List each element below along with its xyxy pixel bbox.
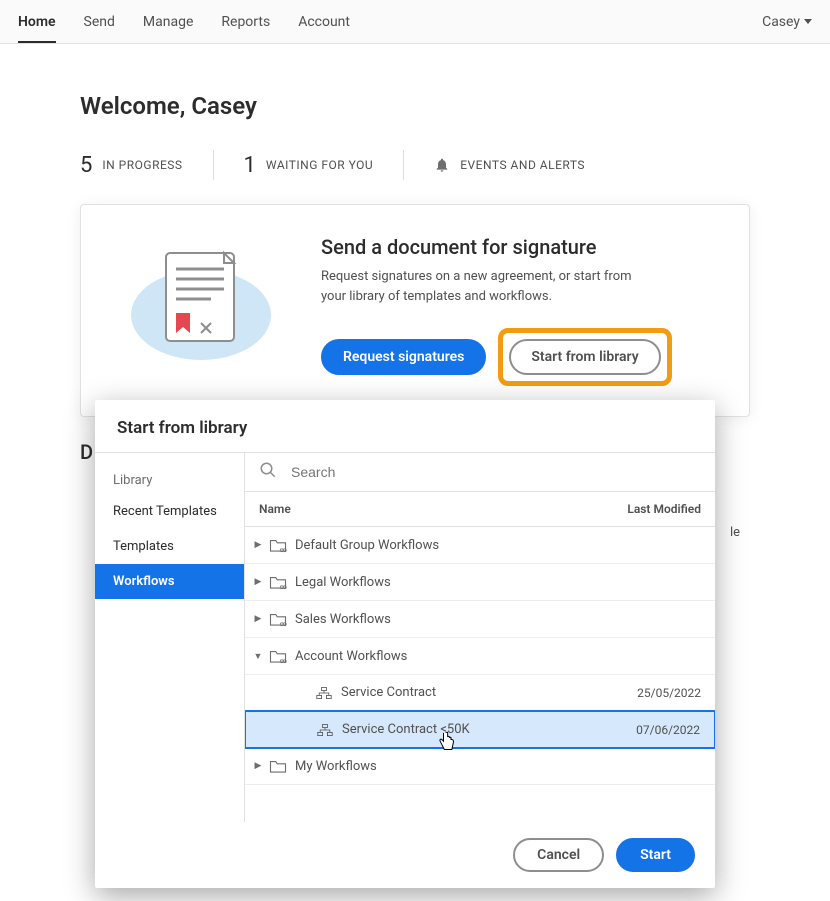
tab-account[interactable]: Account [298,1,350,43]
workflow-label: Service Contract <50K [342,722,600,737]
folder-label: Legal Workflows [295,575,701,590]
sidebar-heading: Library [95,463,244,494]
folder-my-workflows[interactable]: ▶ My Workflows [245,748,715,785]
divider [403,150,404,180]
folder-sales-workflows[interactable]: ▶ Sales Workflows [245,601,715,638]
folder-account-workflows[interactable]: ▼ Account Workflows [245,638,715,675]
sidebar-item-recent-templates[interactable]: Recent Templates [95,494,244,529]
waiting-label: WAITING FOR YOU [266,158,373,172]
folder-label: Account Workflows [295,649,701,664]
stats-row: 5 IN PROGRESS 1 WAITING FOR YOU EVENTS A… [80,150,750,180]
nav-tabs: Home Send Manage Reports Account [18,1,350,43]
tab-manage[interactable]: Manage [143,1,193,43]
search-icon [259,461,277,483]
in-progress-count: 5 [80,153,92,178]
sidebar-item-workflows[interactable]: Workflows [95,564,244,599]
stat-in-progress[interactable]: 5 IN PROGRESS [80,153,183,178]
workflow-label: Service Contract [341,685,601,700]
folder-default-group-workflows[interactable]: ▶ Default Group Workflows [245,527,715,564]
chevron-down-icon [804,19,812,24]
folder-icon [267,758,289,774]
tab-home[interactable]: Home [18,1,56,43]
obscured-text: le [730,525,740,540]
modal-sidebar: Library Recent Templates Templates Workf… [95,453,245,822]
column-name[interactable]: Name [259,502,591,516]
group-folder-icon [267,537,289,553]
workflow-date: 07/06/2022 [600,723,700,737]
folder-label: Default Group Workflows [295,538,701,553]
tab-reports[interactable]: Reports [221,1,270,43]
card-subtitle: Request signatures on a new agreement, o… [321,267,651,306]
column-last-modified[interactable]: Last Modified [591,502,701,516]
cancel-button[interactable]: Cancel [513,838,604,872]
workflow-list: ▶ Default Group Workflows ▶ Legal Workfl… [245,527,715,822]
group-folder-icon [267,648,289,664]
workflow-date: 25/05/2022 [601,686,701,700]
chevron-down-icon: ▼ [251,651,265,662]
bell-icon [434,156,450,174]
modal-title: Start from library [95,400,715,452]
group-folder-icon [267,574,289,590]
waiting-count: 1 [244,153,256,178]
workflow-icon [313,686,335,700]
workflow-icon [314,723,336,737]
events-label: EVENTS AND ALERTS [460,158,585,172]
start-from-library-button[interactable]: Start from library [509,339,660,375]
search-row [245,453,715,492]
in-progress-label: IN PROGRESS [102,158,182,172]
group-folder-icon [267,611,289,627]
truncated-heading: D [80,440,93,464]
card-title: Send a document for signature [321,235,719,259]
stat-events[interactable]: EVENTS AND ALERTS [434,156,585,174]
top-nav: Home Send Manage Reports Account Casey [0,0,830,44]
chevron-right-icon: ▶ [251,614,265,624]
chevron-right-icon: ▶ [251,761,265,771]
folder-label: Sales Workflows [295,612,701,627]
user-name: Casey [762,14,800,30]
sidebar-item-templates[interactable]: Templates [95,529,244,564]
chevron-right-icon: ▶ [251,577,265,587]
folder-label: My Workflows [295,759,701,774]
request-signatures-button[interactable]: Request signatures [321,339,486,375]
workflow-service-contract[interactable]: Service Contract 25/05/2022 [245,675,715,711]
chevron-right-icon: ▶ [251,540,265,550]
modal-footer: Cancel Start [95,822,715,888]
tab-send[interactable]: Send [84,1,115,43]
stat-waiting[interactable]: 1 WAITING FOR YOU [244,153,374,178]
user-menu[interactable]: Casey [762,14,812,30]
folder-legal-workflows[interactable]: ▶ Legal Workflows [245,564,715,601]
divider [213,150,214,180]
start-button[interactable]: Start [616,838,695,872]
page-title: Welcome, Casey [80,92,750,120]
document-illustration-icon [111,235,281,375]
search-input[interactable] [289,463,701,481]
send-card: Send a document for signature Request si… [80,204,750,417]
highlight-annotation: Start from library [498,328,671,386]
list-header: Name Last Modified [245,492,715,527]
workflow-service-contract-50k[interactable]: Service Contract <50K 07/06/2022 [245,710,715,749]
start-from-library-modal: Start from library Library Recent Templa… [95,400,715,888]
